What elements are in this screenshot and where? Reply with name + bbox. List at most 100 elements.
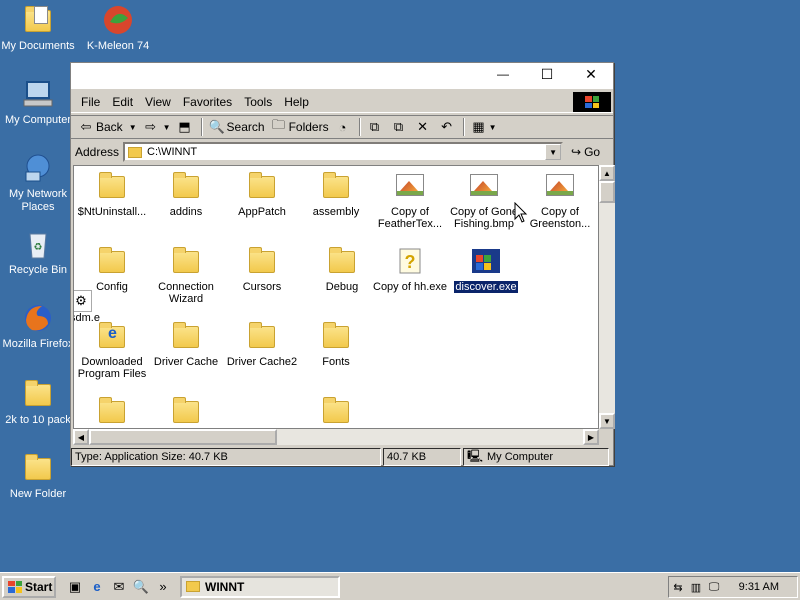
file-list[interactable]: $NtUninstall... addins AppPatch assembly… xyxy=(73,165,599,429)
taskbar-button-winnt[interactable]: WINNT xyxy=(180,575,340,598)
copy-to-icon: ⧉ xyxy=(393,119,404,134)
go-button[interactable]: ↪ Go xyxy=(571,145,600,159)
desktop-icon-my-computer[interactable]: My Computer xyxy=(0,78,76,127)
minimize-button[interactable]: — xyxy=(481,63,525,85)
outlook-express-icon[interactable]: ✉ xyxy=(108,576,130,598)
file-item[interactable]: Fonts xyxy=(298,320,374,368)
desktop-icon-my-documents[interactable]: My Documents xyxy=(0,4,76,53)
file-item[interactable] xyxy=(298,395,374,428)
file-item[interactable]: ? Copy of hh.exe xyxy=(372,245,448,293)
file-item[interactable]: Copy of Gone Fishing.bmp xyxy=(446,170,522,230)
file-item[interactable]: e Downloaded Program Files xyxy=(74,320,150,380)
file-item-selected[interactable]: discover.exe xyxy=(448,245,524,294)
horizontal-scroll-thumb[interactable] xyxy=(89,429,277,445)
address-bar: Address C:\WINNT ▼ ↪ Go xyxy=(71,140,613,164)
menu-help[interactable]: Help xyxy=(278,95,315,109)
clock[interactable]: 9:31 AM xyxy=(739,581,779,593)
quick-launch-more-button[interactable]: » xyxy=(152,576,174,598)
application-icon xyxy=(470,245,502,277)
desktop-icon-label: My Network Places xyxy=(8,188,68,213)
address-dropdown-button[interactable]: ▼ xyxy=(545,144,562,160)
file-item[interactable]: Connection Wizard xyxy=(148,245,224,305)
monitor-tray-icon[interactable]: 🖵 xyxy=(705,579,723,595)
desktop-icon-firefox[interactable]: Mozilla Firefox xyxy=(0,302,76,351)
desktop-icon-network-places[interactable]: My Network Places xyxy=(0,152,76,214)
forward-arrow-icon: ⇨ xyxy=(145,119,157,134)
address-value: C:\WINNT xyxy=(147,146,198,158)
close-button[interactable]: ✕ xyxy=(569,63,613,85)
help-file-icon: ? xyxy=(394,245,426,277)
desktop-icon-label: My Computer xyxy=(4,114,72,126)
up-folder-button[interactable]: ⬒ xyxy=(174,117,198,137)
file-item[interactable]: Config xyxy=(74,245,150,293)
file-item[interactable] xyxy=(74,395,150,428)
move-to-button[interactable]: ⧉ xyxy=(364,117,388,137)
copy-to-button[interactable]: ⧉ xyxy=(388,117,412,137)
scroll-up-button[interactable]: ▲ xyxy=(599,165,615,181)
file-item[interactable]: $NtUninstall... xyxy=(74,170,150,218)
chevron-down-icon: ▼ xyxy=(162,122,171,132)
folders-button[interactable]: 🗀 Folders xyxy=(268,117,332,137)
vertical-scrollbar[interactable]: ▲ ▼ xyxy=(599,165,615,429)
folder-icon xyxy=(170,395,202,427)
desktop-icon-recycle-bin[interactable]: ♻ Recycle Bin xyxy=(0,228,76,277)
folder-icon xyxy=(170,245,202,277)
firefox-icon xyxy=(22,302,54,334)
maximize-button[interactable]: ☐ xyxy=(525,63,569,85)
menu-bar: File Edit View Favorites Tools Help xyxy=(71,91,613,113)
desktop-icon-k-meleon[interactable]: K-Meleon 74 xyxy=(80,4,156,53)
folder-icon xyxy=(320,320,352,352)
title-bar[interactable]: — ☐ ✕ xyxy=(71,63,613,89)
menu-file[interactable]: File xyxy=(75,95,106,109)
menu-favorites[interactable]: Favorites xyxy=(177,95,238,109)
internet-folder-icon: e xyxy=(96,320,128,352)
views-button[interactable]: ▦ ▼ xyxy=(468,117,500,137)
back-button[interactable]: ⇦ Back ▼ xyxy=(75,117,140,137)
desktop-icon-label: Recycle Bin xyxy=(8,264,68,276)
svg-text:♻: ♻ xyxy=(34,242,43,253)
windows-logo-icon xyxy=(573,92,611,112)
views-icon: ▦ xyxy=(472,119,485,134)
back-arrow-icon: ⇦ xyxy=(80,119,92,134)
undo-button[interactable]: ↶ xyxy=(436,117,460,137)
menu-view[interactable]: View xyxy=(139,95,177,109)
toolbar-separator xyxy=(200,118,203,136)
scroll-right-button[interactable]: ▶ xyxy=(583,429,599,445)
file-item[interactable]: Copy of FeatherTex... xyxy=(372,170,448,230)
desktop-icon-2k-to-10-pack[interactable]: 2k to 10 pack xyxy=(0,378,76,427)
file-item[interactable]: assembly xyxy=(298,170,374,218)
file-item[interactable]: Cursors xyxy=(224,245,300,293)
forward-button[interactable]: ⇨ ▼ xyxy=(140,117,174,137)
menu-edit[interactable]: Edit xyxy=(106,95,139,109)
file-item[interactable]: AppPatch xyxy=(224,170,300,218)
show-desktop-icon[interactable]: ▣ xyxy=(64,576,86,598)
file-item[interactable]: Debug xyxy=(304,245,380,293)
search-button[interactable]: 🔍 Search xyxy=(206,117,268,137)
start-button[interactable]: Start xyxy=(2,575,56,598)
file-item[interactable]: Driver Cache xyxy=(148,320,224,368)
settings-gear-icon: ⚙ xyxy=(74,290,92,312)
file-item[interactable]: addins xyxy=(148,170,224,218)
desktop-icon-label: New Folder xyxy=(9,488,67,500)
horizontal-scrollbar[interactable]: ◀ ▶ xyxy=(73,429,599,445)
scroll-left-button[interactable]: ◀ xyxy=(73,429,89,445)
search-icon[interactable]: 🔍 xyxy=(130,576,152,598)
folders-icon: 🗀 xyxy=(272,117,286,132)
dragged-item: ⚙ sdm.e xyxy=(74,290,100,324)
folder-icon xyxy=(22,452,54,484)
vertical-scroll-thumb[interactable] xyxy=(599,181,615,203)
menu-tools[interactable]: Tools xyxy=(238,95,278,109)
scroll-down-button[interactable]: ▼ xyxy=(599,413,615,429)
desktop-icon-new-folder[interactable]: New Folder xyxy=(0,452,76,501)
file-item[interactable]: Driver Cache2 xyxy=(224,320,300,368)
address-input[interactable]: C:\WINNT ▼ xyxy=(123,142,564,162)
file-item[interactable]: Copy of Greenston... xyxy=(522,170,598,230)
history-button[interactable]: ◔ xyxy=(332,117,356,137)
delete-button[interactable]: ✕ xyxy=(412,117,436,137)
file-item[interactable] xyxy=(148,395,224,428)
network-tray-icon[interactable]: ⇆ xyxy=(669,579,687,595)
internet-explorer-icon[interactable]: e xyxy=(86,576,108,598)
network-places-icon xyxy=(22,152,54,184)
chart-tray-icon[interactable]: ▥ xyxy=(687,579,705,595)
taskbar: Start ▣ e ✉ 🔍 » WINNT ⇆ ▥ 🖵 9:31 AM xyxy=(0,572,800,600)
